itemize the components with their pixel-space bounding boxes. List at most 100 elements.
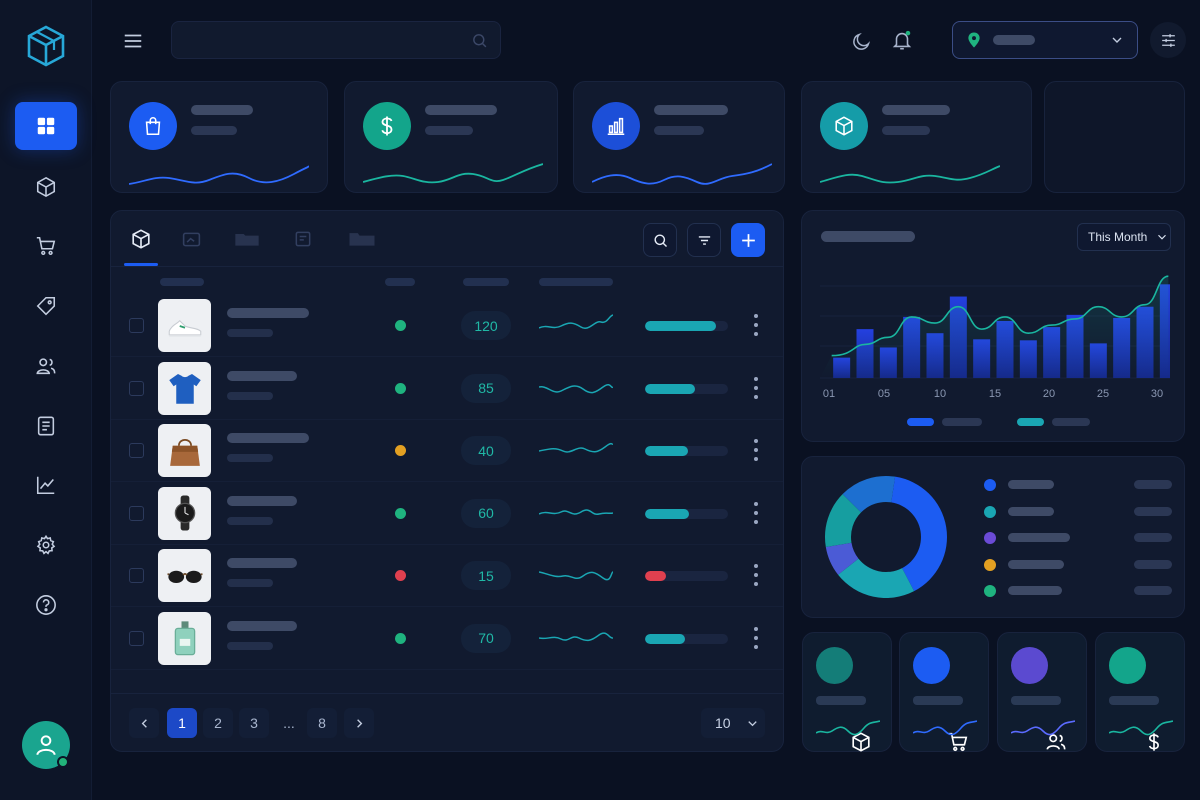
location-selector[interactable] xyxy=(952,21,1138,59)
row-more-button[interactable] xyxy=(749,376,763,399)
page-1-button[interactable]: 1 xyxy=(167,708,197,738)
more-dot xyxy=(754,519,758,524)
table-row[interactable]: 40 xyxy=(111,419,783,482)
sidebar-item-tags[interactable] xyxy=(15,282,77,330)
users-icon xyxy=(36,358,56,375)
legend-label xyxy=(1008,559,1064,569)
period-dropdown[interactable]: This Month xyxy=(1077,223,1171,251)
stock-progress-fill xyxy=(645,508,689,519)
analytics-icon xyxy=(36,476,55,495)
legend-label-line xyxy=(1052,418,1090,426)
stock-progress-fill xyxy=(645,321,716,331)
status-dot xyxy=(395,320,406,331)
mini-card-revenue[interactable] xyxy=(1095,632,1185,752)
mini-card-customers[interactable] xyxy=(997,632,1087,752)
product-name-placeholder xyxy=(227,370,297,381)
stat-subtitle xyxy=(882,126,930,135)
product-thumbnail-sunglasses xyxy=(158,549,211,602)
product-sku-placeholder xyxy=(227,329,273,337)
more-dot xyxy=(754,394,758,399)
quantity-badge: 40 xyxy=(461,436,511,465)
stat-sparkline xyxy=(129,165,309,185)
sidebar-item-products[interactable] xyxy=(15,163,77,211)
sidebar-item-orders[interactable] xyxy=(15,222,77,270)
legend-dot xyxy=(984,532,996,544)
stat-card-inventory[interactable] xyxy=(801,81,1032,193)
tab-notes[interactable] xyxy=(291,227,315,251)
sales-chart-card: This Month 01 05 10 15 20 25 30 xyxy=(801,210,1185,442)
row-checkbox[interactable] xyxy=(129,568,144,583)
category-donut-card xyxy=(801,456,1185,618)
stat-title xyxy=(425,105,497,115)
table-row[interactable]: 70 xyxy=(111,607,783,670)
more-dot xyxy=(754,332,758,336)
stat-card-analytics[interactable] xyxy=(573,81,785,193)
menu-button[interactable] xyxy=(120,28,146,54)
product-name-placeholder xyxy=(227,620,297,631)
stock-progress-fill xyxy=(645,633,685,644)
table-tabs xyxy=(111,211,783,267)
page-3-button[interactable]: 3 xyxy=(239,708,269,738)
tab-archive[interactable] xyxy=(345,227,379,251)
table-search-button[interactable] xyxy=(643,223,677,257)
row-checkbox[interactable] xyxy=(129,505,144,521)
next-page-button[interactable] xyxy=(344,708,374,738)
tab-folders[interactable] xyxy=(231,227,263,251)
sidebar-item-customers[interactable] xyxy=(15,342,77,390)
table-row[interactable]: 15 xyxy=(111,544,783,607)
notifications-button[interactable] xyxy=(889,27,915,53)
location-label xyxy=(993,35,1035,45)
theme-toggle-button[interactable] xyxy=(849,29,873,53)
row-more-button[interactable] xyxy=(749,314,763,336)
row-more-button[interactable] xyxy=(749,626,763,649)
sidebar-item-help[interactable] xyxy=(15,581,77,629)
row-checkbox[interactable] xyxy=(129,630,144,646)
search-icon xyxy=(653,233,667,247)
row-checkbox[interactable] xyxy=(129,318,144,333)
x-tick-label: 05 xyxy=(877,388,891,400)
mini-card-icon-circle xyxy=(816,647,870,752)
stock-progress-fill xyxy=(645,446,689,456)
help-icon xyxy=(36,595,56,615)
product-thumbnail-perfume xyxy=(158,611,211,665)
mini-card-label-placeholder xyxy=(1109,696,1159,705)
cube-logo-icon[interactable] xyxy=(26,25,66,67)
product-thumbnail-watch xyxy=(158,486,211,540)
table-row[interactable]: 60 xyxy=(111,482,783,545)
mini-card-products[interactable] xyxy=(802,632,892,752)
user-avatar[interactable] xyxy=(22,721,70,769)
more-dot xyxy=(754,582,758,586)
mini-card-sparkline xyxy=(816,720,880,736)
previous-page-button[interactable] xyxy=(129,708,159,738)
tab-media[interactable] xyxy=(179,227,203,251)
mini-card-orders[interactable] xyxy=(899,632,989,752)
user-avatar-icon xyxy=(36,735,56,756)
quantity-badge: 15 xyxy=(461,561,511,590)
sidebar-item-analytics[interactable] xyxy=(15,461,77,509)
page-2-button[interactable]: 2 xyxy=(203,708,233,738)
more-dot xyxy=(754,314,758,318)
row-checkbox[interactable] xyxy=(129,443,144,458)
row-more-button[interactable] xyxy=(749,501,763,524)
table-row[interactable]: 85 xyxy=(111,357,783,420)
search-input[interactable] xyxy=(171,21,501,59)
sidebar-item-reports[interactable] xyxy=(15,402,77,450)
page-8-button[interactable]: 8 xyxy=(307,708,337,738)
rows-per-page-select[interactable]: 10 xyxy=(701,708,765,738)
bell-icon xyxy=(892,30,912,50)
tab-products[interactable] xyxy=(127,227,155,251)
legend-dot xyxy=(984,558,996,571)
table-row[interactable]: 120 xyxy=(111,294,783,357)
add-product-button[interactable] xyxy=(731,223,765,257)
filters-settings-button[interactable] xyxy=(1150,22,1186,58)
row-more-button[interactable] xyxy=(749,564,763,586)
product-sku-placeholder xyxy=(227,454,273,462)
chart-title-placeholder xyxy=(821,231,915,242)
row-more-button[interactable] xyxy=(749,439,763,461)
row-checkbox[interactable] xyxy=(129,380,144,396)
sidebar-item-dashboard[interactable] xyxy=(15,102,77,150)
stat-card-sales[interactable] xyxy=(110,81,328,193)
table-filter-button[interactable] xyxy=(687,223,721,257)
stat-card-revenue[interactable] xyxy=(344,81,558,193)
sidebar-item-settings[interactable] xyxy=(15,521,77,569)
